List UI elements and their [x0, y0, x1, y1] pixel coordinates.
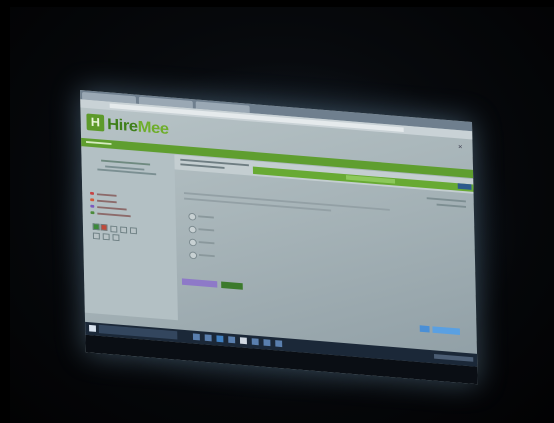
legend-label	[97, 199, 117, 204]
taskbar-app-icon[interactable]	[275, 340, 283, 348]
question-palette-item[interactable]	[92, 232, 100, 240]
option-c-label	[198, 241, 215, 245]
question-palette-item[interactable]	[112, 234, 120, 242]
option-b-label	[198, 228, 215, 232]
option-d-radio[interactable]	[189, 251, 198, 260]
taskbar-app-icon[interactable]	[239, 337, 247, 345]
candidate-name	[101, 159, 151, 166]
legend-marked-icon	[90, 204, 95, 208]
taskbar-app-icon[interactable]	[263, 339, 271, 347]
legend-not-answered-icon	[90, 198, 95, 202]
taskbar-app-icon[interactable]	[204, 334, 212, 342]
toggle-view-icon[interactable]	[457, 183, 472, 190]
legend-answered-marked-icon	[90, 211, 95, 215]
back-button[interactable]	[419, 325, 430, 333]
question-palette-item[interactable]	[120, 226, 128, 234]
question-palette-item[interactable]	[102, 233, 110, 241]
save-next-button[interactable]	[432, 326, 460, 335]
nav-item[interactable]	[86, 141, 112, 145]
monitor-screen: H HireMee ✕	[80, 90, 478, 385]
legend-answered-icon	[90, 191, 95, 195]
candidate-detail	[97, 168, 157, 176]
clear-response-button[interactable]	[221, 281, 243, 290]
logo-icon: H	[86, 113, 105, 132]
option-b-radio[interactable]	[188, 225, 197, 234]
question-palette-item[interactable]	[129, 227, 137, 235]
mark-for-review-button[interactable]	[181, 278, 218, 288]
logo-text-mee: Mee	[137, 117, 169, 138]
logo-letter: H	[90, 114, 101, 130]
taskbar-app-icon[interactable]	[192, 333, 200, 341]
question-palette-item[interactable]	[92, 223, 100, 231]
question-palette-item[interactable]	[110, 225, 118, 233]
option-a-radio[interactable]	[188, 212, 197, 221]
photo-border	[0, 0, 554, 7]
question-type	[180, 163, 225, 169]
marks-info	[426, 197, 466, 203]
system-tray[interactable]	[434, 354, 474, 362]
logo-text-hire: Hire	[106, 115, 138, 136]
legend-label	[96, 193, 117, 197]
option-d-label	[199, 254, 215, 258]
option-a-label	[198, 215, 214, 219]
logo-wordmark: HireMee	[107, 115, 169, 138]
taskbar-app-icon[interactable]	[228, 336, 236, 344]
legend-label	[97, 206, 127, 211]
candidate-sidebar	[81, 147, 178, 321]
legend-label	[97, 212, 131, 218]
close-icon[interactable]: ✕	[458, 144, 463, 151]
question-palette-item[interactable]	[100, 223, 108, 231]
windows-start-icon[interactable]	[89, 324, 97, 332]
option-c-radio[interactable]	[188, 238, 197, 247]
taskbar-app-icon[interactable]	[216, 335, 224, 343]
taskbar-app-icon[interactable]	[251, 338, 259, 346]
photo-border	[0, 0, 10, 423]
question-number	[436, 203, 467, 208]
